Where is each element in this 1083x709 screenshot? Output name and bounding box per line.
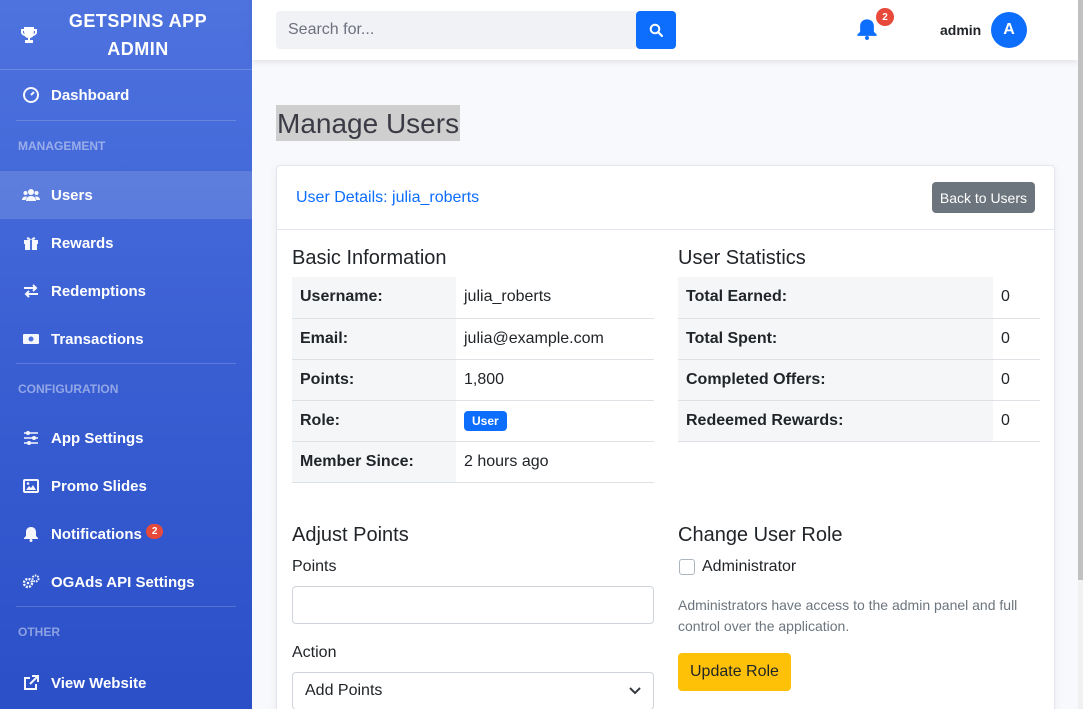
action-field-label: Action [292, 644, 337, 661]
sidebar-item-label: Notifications [51, 525, 142, 543]
points-value: 1,800 [456, 359, 654, 401]
administrator-label[interactable]: Administrator [702, 558, 796, 576]
total-earned-value: 0 [993, 277, 1040, 319]
brand-line-2: ADMIN [107, 38, 169, 59]
sidebar-item-label: Redemptions [51, 282, 147, 300]
completed-offers-value: 0 [993, 359, 1040, 401]
sidebar-item-dashboard[interactable]: Dashboard [0, 70, 252, 120]
sidebar-item-label: App Settings [51, 429, 144, 447]
completed-offers-key: Completed Offers: [678, 359, 993, 401]
table-row: Total Earned: 0 [678, 277, 1040, 319]
redeemed-rewards-key: Redeemed Rewards: [678, 400, 993, 442]
sidebar-item-label: Transactions [51, 330, 144, 348]
search-icon [649, 23, 663, 37]
table-row: Completed Offers: 0 [678, 359, 1040, 401]
sliders-icon [22, 429, 40, 447]
points-key: Points: [292, 359, 456, 401]
external-link-icon [22, 674, 40, 692]
username-key: Username: [292, 277, 456, 319]
total-spent-key: Total Spent: [678, 318, 993, 360]
user-details-card: User Details: julia_roberts Back to User… [276, 165, 1055, 709]
users-icon [22, 186, 40, 204]
adjust-points-title: Adjust Points [292, 524, 409, 546]
points-input[interactable] [292, 586, 654, 624]
page-title: Manage Users [276, 105, 461, 141]
avatar[interactable]: A [991, 12, 1027, 48]
table-row: Redeemed Rewards: 0 [678, 400, 1040, 442]
sidebar-item-label: OGAds API Settings [51, 573, 195, 591]
table-row: Email: julia@example.com [292, 318, 654, 360]
sidebar-item-transactions[interactable]: Transactions [0, 315, 252, 363]
action-select-value: Add Points [305, 682, 383, 699]
sidebar-item-promo-slides[interactable]: Promo Slides [0, 462, 252, 510]
sidebar-item-label: Rewards [51, 234, 114, 252]
back-to-users-button[interactable]: Back to Users [931, 182, 1035, 213]
trophy-icon [18, 24, 40, 46]
alerts-count-badge: 2 [876, 8, 894, 26]
role-help-text: Administrators have access to the admin … [678, 597, 1018, 634]
bell-icon [22, 525, 40, 543]
sidebar-brand[interactable]: GETSPINS APP ADMIN [0, 0, 252, 70]
notifications-count-badge: 2 [145, 523, 164, 539]
email-key: Email: [292, 318, 456, 360]
images-icon [22, 477, 40, 495]
sidebar-item-notifications[interactable]: Notifications 2 [0, 510, 252, 558]
sidebar-item-label: View Website [51, 674, 147, 692]
cogs-icon [22, 573, 40, 591]
tachometer-icon [22, 86, 40, 104]
brand-line-1: GETSPINS APP [68, 10, 208, 31]
user-statistics-table: Total Earned: 0 Total Spent: 0 Completed… [678, 277, 1040, 442]
sidebar-item-users[interactable]: Users [0, 171, 252, 219]
search-input[interactable] [276, 11, 636, 49]
search-form [276, 11, 676, 49]
page-scrollbar[interactable] [1078, 0, 1083, 709]
role-value: User [456, 400, 654, 442]
sidebar: GETSPINS APP ADMIN Dashboard MANAGEMENT … [0, 0, 252, 709]
gift-icon [22, 234, 40, 252]
user-name[interactable]: admin [940, 22, 981, 38]
change-role-title: Change User Role [678, 524, 843, 546]
sidebar-heading-configuration: CONFIGURATION [18, 382, 119, 396]
table-row: Username: julia_roberts [292, 277, 654, 319]
update-role-button[interactable]: Update Role [678, 653, 791, 691]
table-row: Points: 1,800 [292, 359, 654, 401]
points-field-label: Points [292, 558, 337, 575]
chevron-down-icon [629, 687, 641, 695]
basic-information-table: Username: julia_roberts Email: julia@exa… [292, 277, 654, 483]
brand-title: GETSPINS APP ADMIN [58, 7, 218, 63]
basic-information-title: Basic Information [292, 247, 447, 269]
role-badge: User [464, 410, 507, 431]
action-select[interactable]: Add Points [292, 672, 654, 709]
role-key: Role: [292, 400, 456, 442]
table-row: Member Since: 2 hours ago [292, 441, 654, 483]
member-since-key: Member Since: [292, 441, 456, 483]
card-header: User Details: julia_roberts Back to User… [277, 166, 1054, 230]
sidebar-item-label: Users [51, 186, 93, 204]
table-row: Total Spent: 0 [678, 318, 1040, 360]
sidebar-item-rewards[interactable]: Rewards [0, 219, 252, 267]
sidebar-item-view-website[interactable]: View Website [0, 657, 252, 709]
sidebar-item-label: Promo Slides [51, 477, 147, 495]
total-spent-value: 0 [993, 318, 1040, 360]
scrollbar-thumb[interactable] [1078, 0, 1083, 580]
exchange-icon [22, 282, 40, 300]
topbar: 2 admin A [252, 0, 1078, 60]
money-bill-icon [22, 330, 40, 348]
sidebar-item-redemptions[interactable]: Redemptions [0, 267, 252, 315]
sidebar-heading-management: MANAGEMENT [18, 139, 106, 153]
redeemed-rewards-value: 0 [993, 400, 1040, 442]
total-earned-key: Total Earned: [678, 277, 993, 319]
sidebar-item-label: Dashboard [51, 86, 130, 104]
sidebar-item-ogads-api-settings[interactable]: OGAds API Settings [0, 558, 252, 606]
email-value: julia@example.com [456, 318, 654, 360]
username-value: julia_roberts [456, 277, 654, 319]
sidebar-item-app-settings[interactable]: App Settings [0, 414, 252, 462]
search-button[interactable] [636, 11, 676, 49]
sidebar-heading-other: OTHER [18, 625, 60, 639]
card-title: User Details: julia_roberts [296, 188, 480, 206]
administrator-checkbox[interactable] [679, 559, 695, 575]
user-statistics-title: User Statistics [678, 247, 806, 269]
table-row: Role: User [292, 400, 654, 442]
member-since-value: 2 hours ago [456, 441, 654, 483]
